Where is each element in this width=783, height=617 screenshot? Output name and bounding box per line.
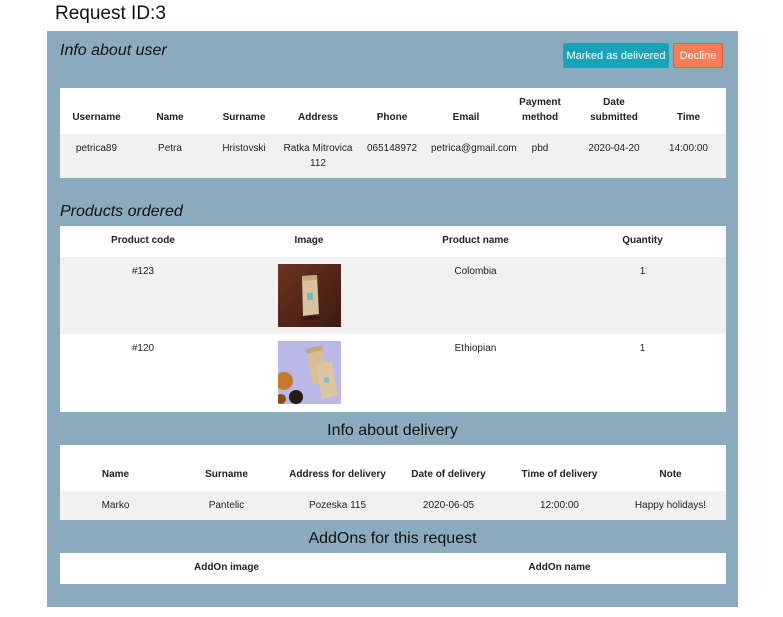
column-header-time: Time (676, 112, 701, 123)
cell-email: petrica@gmail.com (429, 134, 517, 178)
products-heading: Products ordered (60, 203, 183, 220)
cell-username: petrica89 (60, 134, 133, 178)
column-header-surname: Surname (205, 469, 248, 480)
table-row: petrica89 Petra Hristovski Ratka Mitrovi… (60, 134, 726, 178)
cell-product-name: Colombia (392, 257, 559, 334)
request-panel: Info about user Marked as delivered Decl… (47, 31, 738, 607)
column-header-surname: Surname (222, 112, 266, 123)
user-info-table: Username Name Surname Address Phone Emai… (60, 88, 726, 178)
cell-note: Happy holidays! (615, 491, 726, 520)
cell-delivery-time: 12:00:00 (504, 491, 615, 520)
column-header-addon-name: AddOn name (528, 562, 591, 573)
table-row: #123 Colombia 1 (60, 257, 726, 334)
cell-image (226, 257, 392, 334)
cell-date-submitted: 2020-04-20 (577, 134, 651, 178)
table-header-row: Product code Image Product name Quantity (60, 226, 726, 257)
table-row: #120 Ethiopian 1 (60, 334, 726, 412)
cell-phone: 065148972 (355, 134, 429, 178)
cell-name: Petra (133, 134, 207, 178)
cell-time: 14:00:00 (651, 134, 726, 178)
delivery-table: Name Surname Address for delivery Date o… (60, 445, 726, 520)
cell-product-code: #120 (60, 334, 226, 412)
cell-address: Ratka Mitrovica 112 (281, 134, 355, 178)
column-header-quantity: Quantity (622, 235, 663, 246)
cell-surname: Pantelic (171, 491, 282, 520)
column-header-delivery-date: Date of delivery (411, 469, 486, 480)
column-header-product-name: Product name (442, 235, 509, 246)
table-header-row: AddOn image AddOn name (60, 553, 726, 584)
cell-product-name: Ethiopian (392, 334, 559, 412)
products-table: Product code Image Product name Quantity… (60, 226, 726, 412)
column-header-delivery-time: Time of delivery (521, 469, 598, 480)
product-image-colombia (277, 264, 341, 327)
cell-payment-method: pbd (503, 134, 577, 178)
decline-button[interactable]: Decline (673, 43, 723, 68)
delivery-heading: Info about delivery (327, 422, 458, 439)
column-header-email: Email (452, 112, 480, 123)
column-header-delivery-address: Address for delivery (289, 469, 386, 480)
column-header-addon-image: AddOn image (193, 562, 259, 573)
column-header-name: Name (156, 112, 184, 123)
column-header-date-submitted: Date submitted (590, 97, 638, 123)
page-title: Request ID:3 (55, 3, 166, 24)
cell-name: Marko (60, 491, 171, 520)
table-header-row: Username Name Surname Address Phone Emai… (60, 88, 726, 134)
cell-image (226, 334, 392, 412)
addons-heading: AddOns for this request (308, 530, 477, 547)
column-header-address: Address (297, 112, 338, 123)
cell-quantity: 1 (559, 257, 726, 334)
column-header-image: Image (294, 235, 324, 246)
user-info-heading: Info about user (60, 42, 167, 59)
column-header-phone: Phone (376, 112, 408, 123)
column-header-product-code: Product code (111, 235, 175, 246)
cell-delivery-address: Pozeska 115 (282, 491, 393, 520)
addons-table: AddOn image AddOn name (60, 553, 726, 584)
column-header-name: Name (101, 469, 130, 480)
cell-delivery-date: 2020-06-05 (393, 491, 504, 520)
product-image-ethiopian (277, 341, 341, 404)
cell-quantity: 1 (559, 334, 726, 412)
mark-delivered-button[interactable]: Marked as delivered (563, 43, 669, 68)
cell-surname: Hristovski (207, 134, 281, 178)
cell-product-code: #123 (60, 257, 226, 334)
column-header-note: Note (659, 469, 682, 480)
column-header-username: Username (72, 112, 121, 123)
column-header-payment-method: Payment method (519, 97, 561, 123)
table-header-row: Name Surname Address for delivery Date o… (60, 445, 726, 491)
table-row: Marko Pantelic Pozeska 115 2020-06-05 12… (60, 491, 726, 520)
